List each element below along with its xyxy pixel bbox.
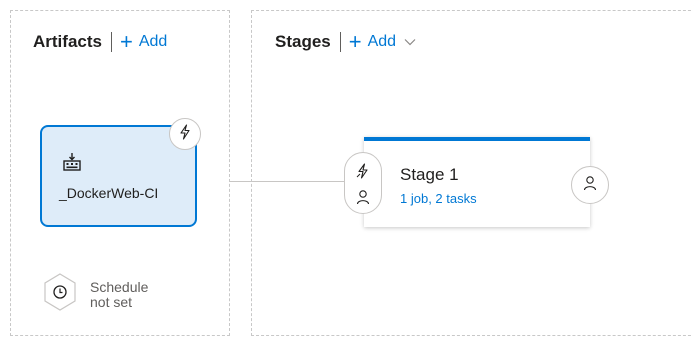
lightning-icon <box>178 123 192 145</box>
add-stage-label: Add <box>367 33 397 50</box>
chevron-down-icon <box>404 38 416 46</box>
plus-icon: + <box>348 29 362 54</box>
person-icon[interactable] <box>354 188 372 206</box>
build-pipeline-icon <box>62 152 82 177</box>
header-divider <box>339 32 341 52</box>
lightning-icon[interactable] <box>354 162 372 180</box>
plus-icon: + <box>119 29 133 54</box>
artifact-name: _DockerWeb-CI <box>59 185 159 201</box>
add-artifact-button[interactable]: + Add <box>120 31 167 53</box>
artifacts-title: Artifacts <box>33 32 102 51</box>
add-artifact-label: Add <box>138 33 168 50</box>
schedule-line2: not set <box>90 293 133 310</box>
stage-card[interactable]: Stage 1 1 job, 2 tasks <box>364 137 590 227</box>
pre-deployment-conditions <box>344 152 382 214</box>
stage-tasks-link[interactable]: 1 job, 2 tasks <box>400 191 477 206</box>
stages-title: Stages <box>275 32 331 51</box>
schedule-line1: Schedule <box>90 278 149 295</box>
stage-name: Stage 1 <box>400 165 459 184</box>
clock-icon <box>42 272 78 317</box>
schedule-trigger[interactable]: Schedule not set <box>42 272 148 317</box>
header-divider <box>110 32 112 52</box>
stages-header: Stages + Add <box>275 31 416 53</box>
post-deployment-approvals-button[interactable] <box>571 166 609 204</box>
schedule-text: Schedule not set <box>90 278 149 310</box>
continuous-deployment-trigger-button[interactable] <box>169 118 201 150</box>
person-icon <box>582 175 598 196</box>
add-stage-button[interactable]: + Add <box>349 31 416 53</box>
artifacts-header: Artifacts + Add <box>33 31 167 53</box>
